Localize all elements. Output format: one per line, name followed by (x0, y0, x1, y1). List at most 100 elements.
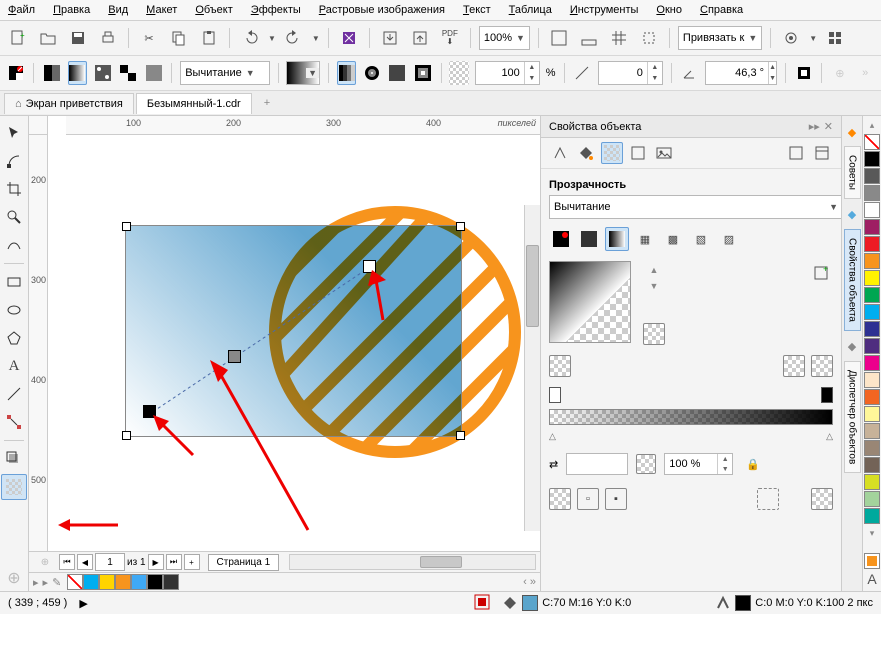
node-color[interactable] (566, 453, 628, 475)
outline-indicator-status[interactable]: C:0 M:0 Y:0 K:100 2 пкс (715, 595, 873, 611)
color-swatch[interactable] (864, 338, 880, 354)
pattern-transp-button[interactable] (93, 61, 112, 85)
polygon-tool[interactable] (1, 325, 27, 351)
frame-props-tab[interactable] (627, 142, 649, 164)
bitmap-props-tab[interactable] (653, 142, 675, 164)
reverse-icon[interactable]: ⇄ (549, 458, 558, 471)
selection-handle[interactable] (122, 431, 131, 440)
zoom-tool[interactable] (1, 204, 27, 230)
radial-grad-button[interactable] (362, 61, 381, 85)
guides-button[interactable] (637, 26, 661, 50)
selection-handle[interactable] (456, 222, 465, 231)
menu-edit[interactable]: Правка (53, 4, 90, 16)
first-page-button[interactable]: ⏮ (59, 554, 75, 570)
print-button[interactable] (96, 26, 120, 50)
angle-input[interactable] (706, 67, 768, 79)
no-fill-swatch[interactable] (67, 574, 83, 590)
fullscreen-button[interactable] (547, 26, 571, 50)
menu-layout[interactable]: Макет (146, 4, 177, 16)
merge-mode-select[interactable]: Вычитание▼ (549, 195, 843, 219)
add-page-button[interactable]: ⊕ (33, 550, 57, 574)
grid-button[interactable] (607, 26, 631, 50)
color-swatch[interactable] (864, 406, 880, 422)
menu-object[interactable]: Объект (195, 4, 232, 16)
options-button[interactable] (779, 26, 803, 50)
selection-handle[interactable] (456, 431, 465, 440)
color-swatch[interactable] (147, 574, 163, 590)
scroll-mode-icon[interactable] (785, 142, 807, 164)
color-swatch[interactable] (864, 321, 880, 337)
color-swatch[interactable] (864, 372, 880, 388)
merge-mode-combo[interactable]: Вычитание▼ (180, 61, 269, 85)
rectangle-object[interactable] (125, 225, 462, 437)
document-tab[interactable]: Безымянный-1.cdr (136, 93, 252, 114)
menu-file[interactable]: Файл (8, 4, 35, 16)
menu-effects[interactable]: Эффекты (251, 4, 301, 16)
gradient-picker[interactable]: ▼ (286, 61, 320, 85)
export-button[interactable] (408, 26, 432, 50)
rectangle-tool[interactable] (1, 269, 27, 295)
node-opacity-spin[interactable]: ▲▼ (664, 453, 733, 475)
redo-button[interactable] (282, 26, 306, 50)
props-icon[interactable]: ◆ (840, 203, 864, 227)
page-tab[interactable]: Страница 1 (208, 554, 280, 571)
fill-props-tab[interactable] (575, 142, 597, 164)
outline-indicator[interactable]: A (867, 571, 876, 587)
objmgr-icon[interactable]: ◆ (840, 335, 864, 359)
gradient-end-handle[interactable] (363, 260, 376, 273)
page-input[interactable] (95, 553, 125, 571)
tab-mode-icon[interactable] (811, 142, 833, 164)
import-button[interactable] (378, 26, 402, 50)
dropshadow-tool[interactable] (1, 446, 27, 472)
outline-props-tab[interactable] (549, 142, 571, 164)
gradient-editor[interactable] (549, 409, 833, 425)
transparency-tool[interactable] (1, 474, 27, 500)
shape-tool[interactable] (1, 148, 27, 174)
apply-fill-icon[interactable] (549, 355, 571, 377)
fill-indicator[interactable] (864, 553, 880, 569)
fill-indicator-status[interactable]: C:70 M:16 Y:0 K:0 (502, 595, 631, 611)
free-transform-button[interactable] (794, 61, 813, 85)
cut-button[interactable]: ✂ (137, 26, 161, 50)
no-transparency-button[interactable] (6, 61, 25, 85)
selection-handle[interactable] (122, 222, 131, 231)
target-outline-icon[interactable]: ▫ (577, 488, 599, 510)
menu-text[interactable]: Текст (463, 4, 491, 16)
copy-button[interactable] (167, 26, 191, 50)
rulers-button[interactable] (577, 26, 601, 50)
fountain-icon[interactable] (605, 227, 629, 251)
opacity-input[interactable] (476, 67, 524, 79)
docker-close-icon[interactable]: ✕ (824, 120, 833, 133)
texture-icon[interactable]: ▨ (717, 227, 741, 251)
menu-window[interactable]: Окно (656, 4, 682, 16)
target-both-icon[interactable]: ▪ (605, 488, 627, 510)
canvas[interactable] (48, 135, 540, 551)
color-swatch[interactable] (864, 287, 880, 303)
paste-button[interactable] (197, 26, 221, 50)
pick-tool[interactable] (1, 120, 27, 146)
menu-view[interactable]: Вид (108, 4, 128, 16)
uniform-icon[interactable] (577, 227, 601, 251)
color-swatch[interactable] (864, 168, 880, 184)
angle-spin[interactable]: ▲▼ (705, 61, 777, 85)
apply-outline-icon[interactable] (783, 355, 805, 377)
color-swatch[interactable] (864, 440, 880, 456)
accel-input[interactable] (599, 67, 647, 79)
dimension-tool[interactable] (1, 381, 27, 407)
color-swatch[interactable] (864, 151, 880, 167)
color-swatch[interactable] (864, 270, 880, 286)
twocolor-icon[interactable]: ▧ (689, 227, 713, 251)
pattern-icon[interactable]: ▦ (633, 227, 657, 251)
menu-help[interactable]: Справка (700, 4, 743, 16)
texture-transp-button[interactable] (144, 61, 163, 85)
copy-transp-icon[interactable] (811, 488, 833, 510)
palette-down-icon[interactable]: ▾ (870, 528, 875, 539)
gradient-start-handle[interactable] (143, 405, 156, 418)
add-preset-icon[interactable]: + (809, 261, 833, 285)
new-button[interactable]: + (6, 26, 30, 50)
opacity-spin[interactable]: ▲▼ (475, 61, 540, 85)
last-page-button[interactable]: ⏭ (166, 554, 182, 570)
new-tab-button[interactable]: + (254, 93, 280, 113)
text-tool[interactable]: A (1, 353, 27, 379)
color-swatch[interactable] (131, 574, 147, 590)
